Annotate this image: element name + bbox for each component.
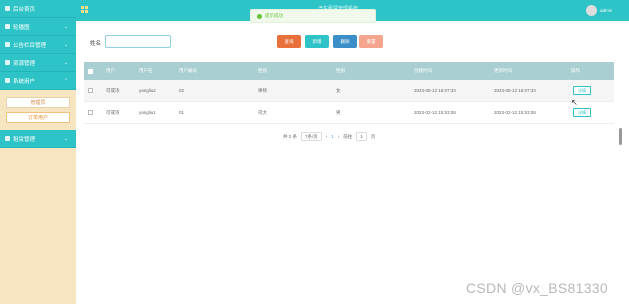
sidebar-item-users[interactable]: 系统用户 ⌃ (0, 72, 76, 90)
sidebar: 后台首页 轮播图 ⌄ 公告栏目管理 ⌄ 资源管理 ⌄ 系统用户 ⌃ 管理员 订单… (0, 0, 76, 304)
chevron-down-icon: ⌄ (63, 60, 68, 66)
search-input[interactable] (105, 35, 171, 48)
cell-updated: 2023-02-12 15:53:08 (494, 110, 536, 115)
cell-username: yangliu1 (139, 110, 156, 115)
chevron-down-icon: ⌄ (63, 42, 68, 48)
sidebar-item-rent[interactable]: 租赁管理 ⌄ (0, 130, 76, 148)
data-table: 用户 用户名 用户编号 性别 性别 创建时间 更新时间 操作 可或浓 yangl… (84, 62, 614, 124)
menu-grid-icon[interactable] (81, 6, 88, 13)
row-checkbox[interactable] (88, 110, 93, 115)
mouse-cursor-icon: ↖ (571, 98, 578, 107)
sidebar-item-label: 租赁管理 (13, 136, 36, 143)
sidebar-item-resource[interactable]: 资源管理 ⌄ (0, 54, 76, 72)
rent-icon (5, 136, 10, 141)
cell-gender: 女 (336, 87, 341, 93)
goto-input[interactable]: 1 (356, 132, 367, 141)
notice-icon (5, 42, 10, 47)
goto-suffix: 页 (370, 133, 376, 139)
table-row: 可或浓 yangliu2 02 律师 女 2023-05-12 15:07:33… (84, 80, 614, 102)
sidebar-item-label: 公告栏目管理 (13, 42, 47, 49)
success-toast: 提示成功 (250, 9, 376, 23)
column-header: 用户名 (139, 68, 153, 73)
column-header: 创建时间 (414, 68, 432, 73)
cell-number: 01 (179, 110, 185, 115)
chevron-up-icon: ⌃ (63, 78, 68, 84)
home-icon (5, 6, 10, 11)
chevron-down-icon: ⌄ (63, 24, 68, 30)
column-header: 性别 (336, 68, 345, 73)
add-button[interactable]: 新增 (305, 35, 329, 48)
cell-name: 可或浓 (106, 109, 120, 115)
table-row: 可或浓 yangliu1 01 司大 男 2023-02-12 15:53:08… (84, 102, 614, 124)
reset-button[interactable]: 重置 (359, 35, 383, 48)
sidebar-item-carousel[interactable]: 轮播图 ⌄ (0, 18, 76, 36)
user-icon (5, 78, 10, 83)
cell-role: 律师 (258, 87, 267, 93)
detail-button[interactable]: 详情 (573, 86, 591, 95)
search-label: 姓名 (90, 41, 102, 47)
avatar[interactable] (586, 5, 597, 16)
delete-button[interactable]: 删除 (333, 35, 357, 48)
user-name[interactable]: admin (600, 8, 612, 13)
page-number[interactable]: 1 (331, 134, 334, 139)
cell-gender: 男 (336, 109, 341, 115)
pagination: 共 2 条 7条/页 ‹ 1 › 前往 1 页 (283, 132, 375, 141)
column-header: 性别 (258, 68, 267, 73)
sidebar-item-notice[interactable]: 公告栏目管理 ⌄ (0, 36, 76, 54)
query-button[interactable]: 查询 (277, 35, 301, 48)
sidebar-item-label: 轮播图 (13, 24, 30, 31)
goto-label: 前往 (343, 133, 353, 139)
sidebar-subitem-order-users[interactable]: 订单用户 (6, 112, 70, 123)
table-header: 用户 用户名 用户编号 性别 性别 创建时间 更新时间 操作 (84, 62, 614, 80)
prev-page-button[interactable]: ‹ (326, 134, 328, 139)
cell-username: yangliu2 (139, 88, 156, 93)
pagination-total: 共 2 条 (283, 133, 298, 139)
select-all-checkbox[interactable] (88, 68, 93, 74)
next-page-button[interactable]: › (338, 134, 340, 139)
cell-name: 可或浓 (106, 87, 120, 93)
cell-updated: 2023-05-12 15:07:33 (494, 88, 536, 93)
watermark: CSDN @vx_BS81330 (466, 280, 608, 296)
column-header: 用户 (106, 68, 115, 73)
sidebar-item-label: 资源管理 (13, 60, 36, 67)
toast-text: 提示成功 (265, 13, 283, 18)
check-circle-icon (257, 13, 262, 19)
column-header: 操作 (571, 68, 580, 73)
resource-icon (5, 60, 10, 65)
sidebar-item-label: 后台首页 (13, 6, 36, 13)
cell-role: 司大 (258, 109, 267, 115)
image-icon (5, 24, 10, 29)
sidebar-item-home[interactable]: 后台首页 (0, 0, 76, 18)
cell-created: 2023-05-12 15:07:33 (414, 88, 456, 93)
row-checkbox[interactable] (88, 88, 93, 93)
column-header: 用户编号 (179, 68, 197, 73)
page-size-select[interactable]: 7条/页 (301, 132, 322, 141)
sidebar-submenu: 管理员 订单用户 (0, 90, 76, 130)
cell-created: 2023-02-12 15:53:08 (414, 110, 456, 115)
sidebar-subitem-admin[interactable]: 管理员 (6, 97, 70, 108)
chevron-down-icon: ⌄ (63, 136, 68, 142)
cell-number: 02 (179, 88, 185, 93)
scrollbar[interactable] (619, 128, 622, 145)
column-header: 更新时间 (494, 68, 512, 73)
sidebar-item-label: 系统用户 (13, 78, 36, 85)
detail-button[interactable]: 详情 (573, 108, 591, 117)
